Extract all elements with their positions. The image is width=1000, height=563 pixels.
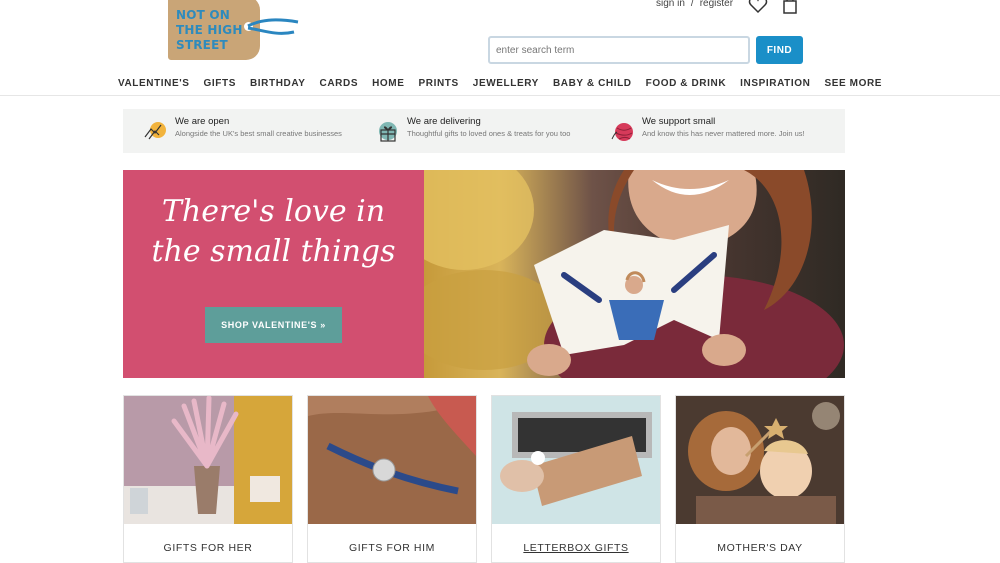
main-nav: VALENTINE'S GIFTS BIRTHDAY CARDS HOME PR…: [0, 78, 1000, 89]
nav-item-home[interactable]: HOME: [365, 78, 411, 89]
shop-valentines-button[interactable]: SHOP VALENTINE'S »: [205, 307, 342, 343]
register-link[interactable]: register: [700, 0, 733, 9]
flowers-vase-photo: [124, 396, 292, 524]
shopping-bag-icon[interactable]: [781, 0, 799, 14]
search-input[interactable]: [488, 36, 750, 64]
nav-item-gifts[interactable]: GIFTS: [197, 78, 243, 89]
nav-item-valentines[interactable]: VALENTINE'S: [111, 78, 197, 89]
info-title: We support small: [642, 116, 716, 127]
letterbox-parcel-photo: [492, 396, 660, 524]
logo-text: NOT ON THE HIGH STREET: [176, 8, 243, 53]
hero-text-panel: There's love in the small things SHOP VA…: [123, 170, 424, 378]
nav-item-inspiration[interactable]: INSPIRATION: [733, 78, 817, 89]
hero-photo-illustration: [394, 170, 844, 378]
bracelet-wrist-photo: [308, 396, 476, 524]
logo-line-1: NOT ON: [176, 8, 231, 22]
logo-string-icon: [247, 18, 299, 35]
gift-parcel-icon: [379, 122, 397, 142]
info-subtitle: Alongside the UK's best small creative b…: [175, 129, 342, 138]
category-card-label[interactable]: MOTHER'S DAY: [676, 542, 844, 554]
info-title: We are open: [175, 116, 230, 127]
find-button[interactable]: FIND: [756, 36, 803, 64]
nav-item-see-more[interactable]: SEE MORE: [817, 78, 889, 89]
info-title: We are delivering: [407, 116, 481, 127]
account-separator: /: [690, 0, 694, 9]
nav-item-birthday[interactable]: BIRTHDAY: [243, 78, 313, 89]
hero-headline: There's love in the small things: [123, 192, 424, 272]
hero-banner: There's love in the small things SHOP VA…: [123, 170, 845, 378]
site-header: NOT ON THE HIGH STREET sign in / register …: [0, 0, 1000, 96]
sign-in-link[interactable]: sign in: [656, 0, 685, 9]
heart-icon[interactable]: [748, 0, 768, 14]
nav-item-food-drink[interactable]: FOOD & DRINK: [639, 78, 734, 89]
category-card-image: [676, 396, 844, 524]
mother-child-photo: [676, 396, 844, 524]
nav-item-jewellery[interactable]: JEWELLERY: [466, 78, 546, 89]
category-card-gifts-for-her[interactable]: GIFTS FOR HER: [123, 395, 293, 563]
info-subtitle: And know this has never mattered more. J…: [642, 129, 805, 138]
hero-photo[interactable]: [394, 170, 845, 378]
yarn-ball-icon: [611, 123, 633, 141]
nav-item-prints[interactable]: PRINTS: [412, 78, 466, 89]
category-card-image: [124, 396, 292, 524]
logo-line-3: STREET: [176, 38, 228, 52]
nav-item-baby-child[interactable]: BABY & CHILD: [546, 78, 639, 89]
info-bar: We are open Alongside the UK's best smal…: [123, 109, 845, 153]
category-card-gifts-for-him[interactable]: GIFTS FOR HIM: [307, 395, 477, 563]
site-logo[interactable]: NOT ON THE HIGH STREET: [166, 0, 306, 64]
category-card-image: [492, 396, 660, 524]
category-card-label[interactable]: LETTERBOX GIFTS: [492, 542, 660, 554]
nav-item-cards[interactable]: CARDS: [313, 78, 366, 89]
category-card-label[interactable]: GIFTS FOR HER: [124, 542, 292, 554]
account-links: sign in / register: [653, 0, 736, 9]
category-card-image: [308, 396, 476, 524]
info-subtitle: Thoughtful gifts to loved ones & treats …: [407, 129, 571, 138]
hands-icon: [144, 122, 166, 140]
logo-line-2: THE HIGH: [176, 23, 243, 37]
hero-headline-line-2: the small things: [151, 234, 396, 269]
hero-headline-line-1: There's love in: [161, 194, 386, 229]
category-card-label[interactable]: GIFTS FOR HIM: [308, 542, 476, 554]
category-card-letterbox-gifts[interactable]: LETTERBOX GIFTS: [491, 395, 661, 563]
category-card-mothers-day[interactable]: MOTHER'S DAY: [675, 395, 845, 563]
